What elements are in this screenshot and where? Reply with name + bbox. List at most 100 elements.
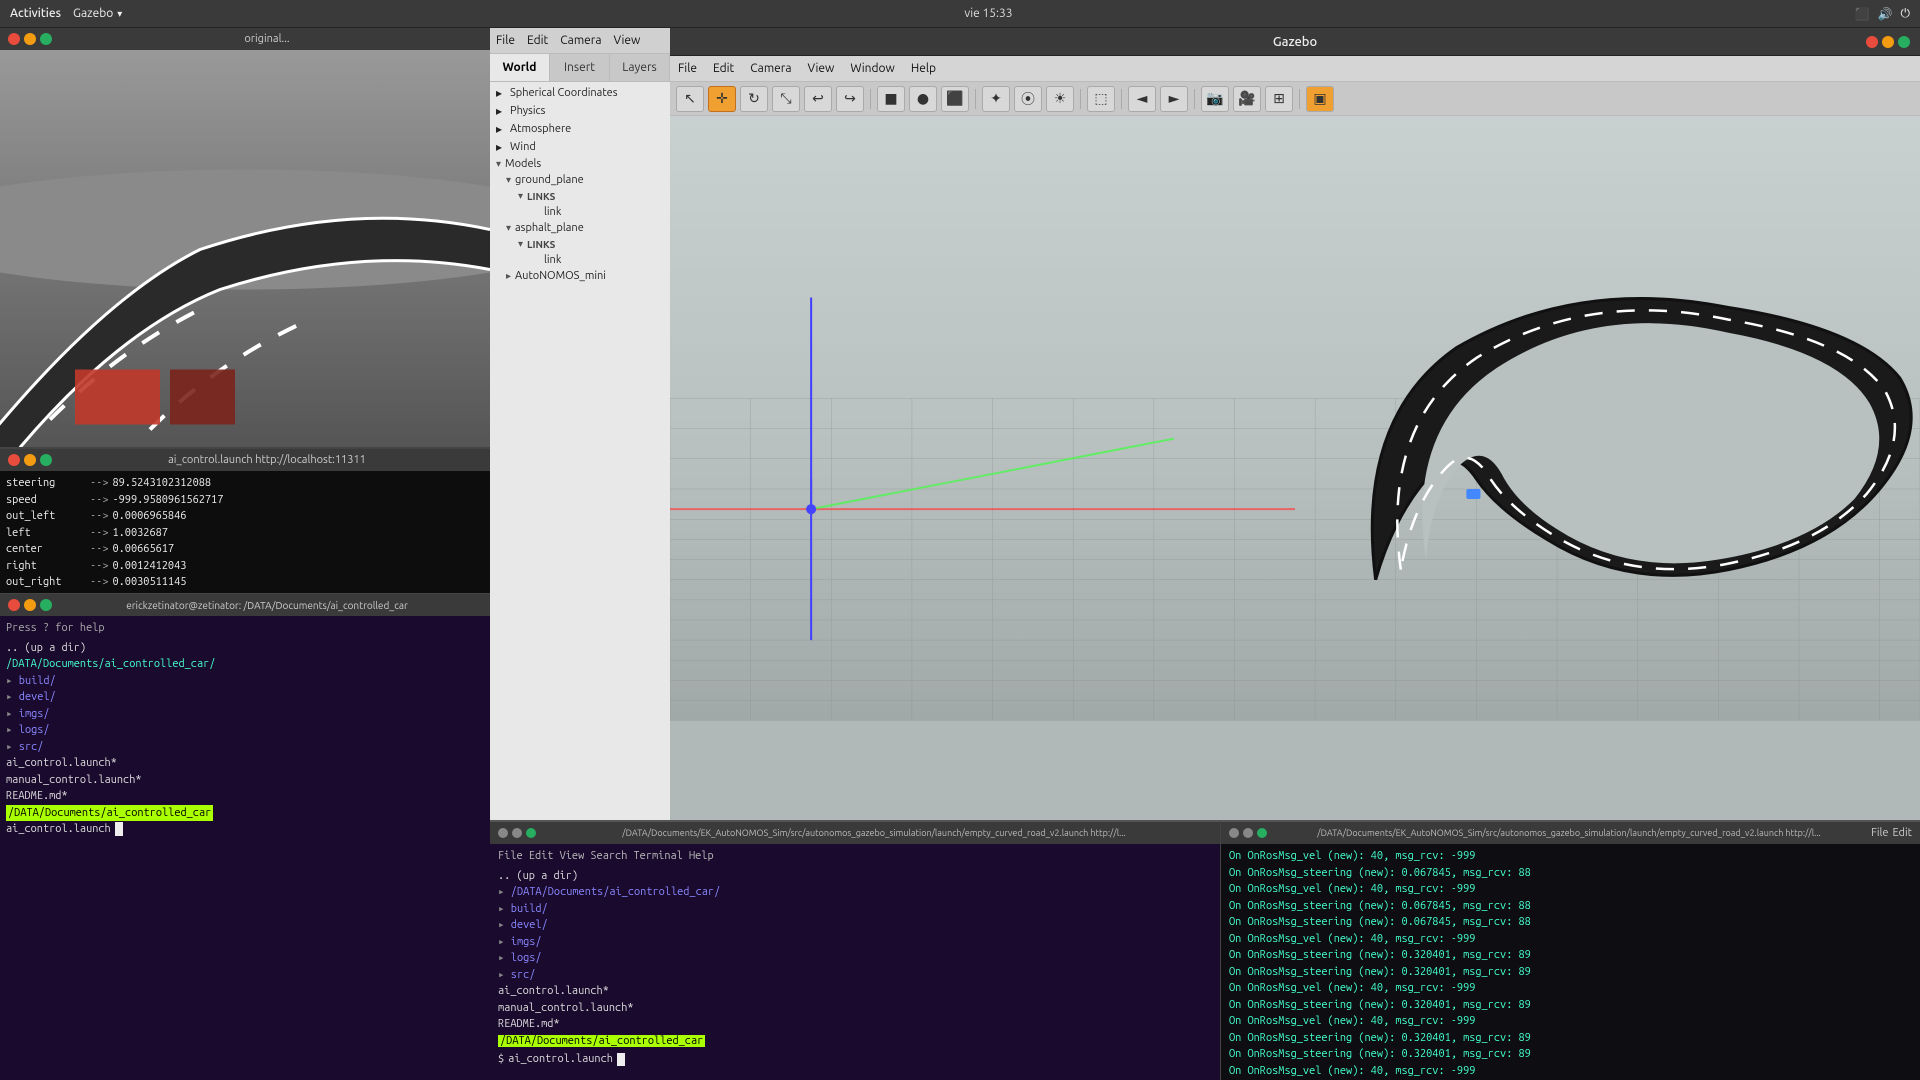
br-menu-file[interactable]: File [1871,827,1888,839]
t2-arrow-icon: ▸ [6,691,19,703]
toolbar-sep2 [975,89,976,109]
br-menu-edit[interactable]: Edit [1892,827,1912,839]
gz-view-menu[interactable]: View [808,62,835,75]
tree-models[interactable]: ▾ Models [490,156,670,172]
bl-item: ▸ imgs/ [498,934,1212,951]
camera-max-btn[interactable] [40,33,52,45]
br-dot3 [1257,828,1267,838]
t2-arrow-icon: ▸ [6,724,19,736]
tool-move[interactable]: ✛ [708,86,736,112]
br-dot1 [1229,828,1239,838]
volume-icon: 🔊 [1878,7,1893,21]
tree-ground-plane[interactable]: ▾ ground_plane [490,172,670,188]
gazebo-app-label: Gazebo [73,7,113,20]
tree-autonomos[interactable]: ▸ AutoNOMOS_mini [490,268,670,284]
t2-item-label: README.md* [6,790,68,802]
br-ros-line: On OnRosMsg_steering (new): 0.320401, ms… [1229,964,1912,981]
gz-file-menu[interactable]: File [678,62,697,75]
t2-max-btn[interactable] [40,599,52,611]
tool-spot[interactable]: ⦿ [1014,86,1042,112]
gz-max-btn[interactable] [1898,36,1910,48]
t1-arrow: --> [90,541,108,558]
t1-key: left [6,525,86,542]
tool-cube[interactable]: ■ [877,86,905,112]
tree-autonomos-label: AutoNOMOS_mini [515,270,606,282]
tree-ground-link-label: link [544,206,561,218]
tool-scale[interactable]: ⤡ [772,86,800,112]
bottom-left-body[interactable]: File Edit View Search Terminal Help.. (u… [490,844,1220,1080]
tab-layers[interactable]: Layers [610,54,670,81]
tree-asphalt-plane[interactable]: ▾ asphalt_plane [490,220,670,236]
t1-max-btn[interactable] [40,454,52,466]
gz-menu-edit[interactable]: Edit [527,34,548,47]
bottom-left-title: /DATA/Documents/EK_AutoNOMOS_Sim/src/aut… [536,828,1212,838]
tool-sphere[interactable]: ● [909,86,937,112]
t2-close-btn[interactable] [8,599,20,611]
tree-physics-label: Physics [510,105,545,117]
terminal2: erickzetinator@zetinator: /DATA/Document… [0,593,490,1080]
tool-undo[interactable]: ↩ [804,86,832,112]
gz-camera-menu[interactable]: Camera [750,62,791,75]
camera-close-btn[interactable] [8,33,20,45]
terminal2-item: manual_control.launch* [6,772,484,789]
tab-world[interactable]: World [490,54,550,81]
bl-item: ▸ /DATA/Documents/ai_controlled_car/ [498,884,1212,901]
system-bar: Activities Gazebo ▾ vie 15:33 ⬛ 🔊 ⏻ [0,0,1920,28]
t2-prompt-cmd: ai_control.launch [6,821,111,838]
gz-top-menu-bar: File Edit Camera View Window Help [670,56,1920,82]
gz-scene-svg [670,116,1920,721]
tool-layers2[interactable]: ⊞ [1265,86,1293,112]
terminal2-title: erickzetinator@zetinator: /DATA/Document… [126,600,408,611]
br-ros-line: On OnRosMsg_steering (new): 0.067845, ms… [1229,914,1912,931]
tool-nav-fwd[interactable]: ► [1160,86,1188,112]
tool-cylinder[interactable]: ⬛ [941,86,969,112]
gz-menu-view[interactable]: View [614,34,641,47]
t1-arrow: --> [90,574,108,591]
tree-spherical[interactable]: ▸ Spherical Coordinates [490,84,670,102]
tool-screenshot[interactable]: 📷 [1201,86,1229,112]
models-expand-icon: ▾ [496,158,501,170]
tool-redo[interactable]: ↪ [836,86,864,112]
tree-ground-link[interactable]: link [490,204,670,220]
tree-asphalt-links[interactable]: ▾ LINKS [490,236,670,252]
tool-nav-back[interactable]: ◄ [1128,86,1156,112]
tool-dir-light[interactable]: ☀ [1046,86,1074,112]
gz-menu-camera[interactable]: Camera [560,34,601,47]
camera-min-btn[interactable] [24,33,36,45]
tool-cursor[interactable]: ↖ [676,86,704,112]
tool-sun[interactable]: ✦ [982,86,1010,112]
gz-edit-menu[interactable]: Edit [713,62,734,75]
terminal2-body[interactable]: Press ? for help.. (up a dir)/DATA/Docum… [0,616,490,1080]
gz-close-btn[interactable] [1866,36,1878,48]
tool-select-box[interactable]: ⬚ [1087,86,1115,112]
gz-min-btn[interactable] [1882,36,1894,48]
tool-rotate[interactable]: ↻ [740,86,768,112]
t1-arrow: --> [90,525,108,542]
gz-help-menu[interactable]: Help [911,62,936,75]
tree-atmosphere[interactable]: ▸ Atmosphere [490,120,670,138]
gazebo-menu-button[interactable]: Gazebo ▾ [73,7,122,20]
br-ros-line: On OnRosMsg_steering (new): 0.067845, ms… [1229,898,1912,915]
t1-min-btn[interactable] [24,454,36,466]
gazebo-titlebar: Gazebo [670,28,1920,56]
tree-asphalt-link[interactable]: link [490,252,670,268]
tree-physics[interactable]: ▸ Physics [490,102,670,120]
gz-window-menu[interactable]: Window [850,62,894,75]
tool-record[interactable]: 🎥 [1233,86,1261,112]
tree-wind[interactable]: ▸ Wind [490,138,670,156]
tool-orange[interactable]: ▣ [1306,86,1334,112]
bl-item: ▸ src/ [498,967,1212,984]
t2-dir-label: devel/ [19,691,56,703]
terminal2-item: ▸ devel/ [6,689,484,706]
tree-ground-links[interactable]: ▾ LINKS [490,188,670,204]
tree-ground-label: ground_plane [515,174,584,186]
gz-menu-file[interactable]: File [496,34,515,47]
bl-item: ai_control.launch* [498,983,1212,1000]
t2-min-btn[interactable] [24,599,36,611]
terminal1-body[interactable]: steering-->89.5243102312088speed-->-999.… [0,471,490,593]
tab-insert[interactable]: Insert [550,54,610,81]
camera-road-svg [0,50,490,447]
t1-close-btn[interactable] [8,454,20,466]
bottom-right-body[interactable]: On OnRosMsg_vel (new): 40, msg_rcv: -999… [1221,844,1920,1080]
activities-button[interactable]: Activities [10,7,61,20]
